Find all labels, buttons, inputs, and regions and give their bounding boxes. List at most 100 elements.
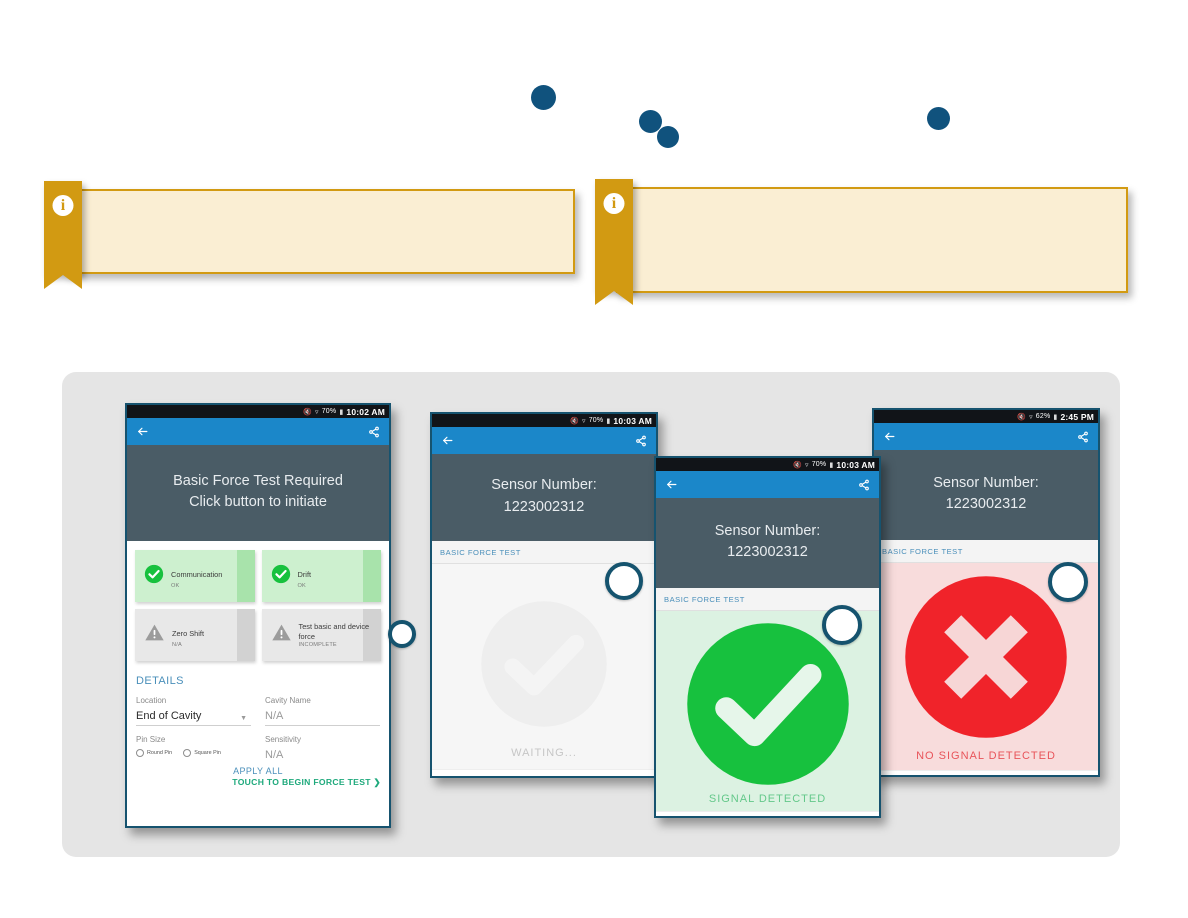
back-arrow-icon[interactable]	[883, 430, 896, 443]
note-flag: i	[44, 181, 82, 289]
begin-force-test-label: TOUCH TO BEGIN FORCE TEST	[232, 777, 371, 787]
status-card-zero-shift[interactable]: Zero Shift N/A	[135, 609, 255, 661]
share-icon[interactable]	[368, 426, 380, 438]
wifi-icon: ▿	[1029, 413, 1033, 421]
hero-line-1: Sensor Number:	[714, 522, 821, 539]
hero-banner: Sensor Number: 1223002312	[432, 454, 656, 541]
share-icon[interactable]	[858, 479, 870, 491]
battery-level: 70%	[321, 408, 337, 415]
marker-1	[388, 620, 416, 648]
share-icon[interactable]	[635, 435, 647, 447]
cavity-name-field[interactable]: Cavity Name N/A	[265, 696, 380, 726]
chevron-down-icon: ▼	[240, 715, 247, 722]
card-text: Communication OK	[171, 564, 222, 589]
marker-4	[1048, 562, 1088, 602]
clock: 10:02 AM	[346, 406, 385, 417]
sensitivity-label: Sensitivity	[265, 735, 302, 744]
check-circle-icon	[478, 598, 610, 735]
hero-line-2: 1223002312	[727, 544, 808, 560]
back-arrow-icon[interactable]	[136, 425, 149, 438]
pin-size-field: Pin Size Round Pin Square Pin	[136, 735, 251, 764]
result-caption: SIGNAL DETECTED	[708, 793, 827, 805]
card-subtitle: INCOMPLETE	[298, 641, 337, 648]
decorative-dot-3	[657, 126, 679, 148]
mute-icon: 🔇	[793, 461, 802, 469]
result-caption: WAITING...	[511, 747, 577, 759]
note-flag: i	[595, 179, 633, 305]
app-bar	[874, 423, 1098, 450]
card-title: Communication	[171, 569, 223, 579]
location-label: Location	[136, 696, 167, 705]
wifi-icon: ▿	[804, 461, 809, 469]
hero-line-1: Basic Force Test Required	[173, 472, 343, 489]
radio-round-pin[interactable]: Round Pin	[136, 749, 172, 757]
card-subtitle: OK	[171, 582, 180, 589]
end-force-test-button[interactable]: ❮ END FORCE TEST	[656, 811, 879, 816]
apply-all-button[interactable]: APPLY ALL	[136, 766, 380, 776]
pin-size-label: Pin Size	[136, 735, 166, 744]
pin-size-radio-group: Round Pin Square Pin	[136, 749, 251, 757]
end-force-test-button[interactable]: ❮ END FORCE TEST	[432, 769, 656, 778]
status-card-device-force[interactable]: Test basic and device force INCOMPLETE	[261, 609, 381, 661]
warning-triangle-icon	[144, 622, 165, 648]
decorative-dot-4	[927, 107, 950, 130]
end-force-test-label: END FORCE TEST	[453, 777, 524, 778]
section-label-basic-force-test: BASIC FORCE TEST	[874, 540, 1098, 563]
sensitivity-field[interactable]: Sensitivity N/A	[265, 735, 380, 764]
battery-level: 70%	[588, 417, 604, 424]
mute-icon: 🔇	[303, 408, 312, 416]
location-select[interactable]: End of Cavity ▼	[136, 710, 251, 726]
battery-icon: ▮	[829, 461, 834, 469]
share-icon[interactable]	[1077, 431, 1089, 443]
hero-line-2: Click button to initiate	[189, 494, 327, 510]
card-subtitle: N/A	[172, 641, 182, 648]
decorative-dot-1	[531, 85, 556, 110]
info-note-left: i	[44, 181, 575, 289]
marker-2	[605, 562, 643, 600]
note-text	[67, 191, 573, 272]
status-bar: 🔇 ▿ 70% ▮ 10:03 AM	[432, 414, 656, 427]
status-card-drift[interactable]: Drift OK	[261, 550, 381, 602]
result-caption: NO SIGNAL DETECTED	[916, 750, 1056, 762]
details-heading: DETAILS	[136, 675, 184, 687]
hero-line-2: 1223002312	[945, 496, 1027, 512]
hero-line-2: 1223002312	[503, 498, 585, 515]
location-value: End of Cavity	[136, 710, 202, 722]
app-bar	[432, 427, 656, 454]
app-bar	[127, 418, 389, 445]
wifi-icon: ▿	[581, 417, 586, 425]
info-icon: i	[52, 195, 74, 216]
wifi-icon: ▿	[314, 408, 319, 416]
section-label-basic-force-test: BASIC FORCE TEST	[432, 541, 656, 564]
card-title: Zero Shift	[172, 628, 205, 638]
radio-square-pin[interactable]: Square Pin	[183, 749, 221, 757]
card-text: Zero Shift N/A	[172, 623, 204, 648]
status-card-grid: Communication OK Drift OK Zero Shift N/A…	[127, 541, 389, 665]
card-subtitle: OK	[297, 582, 306, 589]
sensitivity-value: N/A	[265, 749, 284, 761]
info-note-right: i	[595, 179, 1128, 305]
hero-banner: Basic Force Test Required Click button t…	[127, 445, 389, 541]
radio-circle-icon	[183, 749, 192, 757]
back-arrow-icon[interactable]	[441, 434, 454, 447]
check-circle-icon	[144, 564, 164, 589]
clock: 10:03 AM	[836, 459, 875, 470]
location-field[interactable]: Location End of Cavity ▼	[136, 696, 251, 726]
clock: 10:03 AM	[613, 415, 652, 426]
warning-triangle-icon	[271, 622, 292, 648]
battery-icon: ▮	[606, 417, 611, 425]
status-bar: 🔇 ▿ 62% ▮ 2:45 PM	[874, 410, 1098, 423]
info-icon: i	[603, 193, 625, 214]
end-force-test-button[interactable]: ❮ END FORCE TEST	[874, 770, 1098, 775]
details-row-1: Location End of Cavity ▼ Cavity Name N/A	[136, 696, 380, 726]
begin-force-test-button[interactable]: TOUCH TO BEGIN FORCE TEST ❯	[127, 776, 389, 793]
hero-line-1: Sensor Number:	[933, 474, 1039, 491]
radio-label: Square Pin	[194, 750, 221, 756]
battery-level: 62%	[1035, 413, 1051, 420]
back-arrow-icon[interactable]	[665, 478, 678, 491]
card-title: Test basic and device force	[298, 622, 370, 641]
status-card-communication[interactable]: Communication OK	[135, 550, 255, 602]
status-bar: 🔇 ▿ 70% ▮ 10:02 AM	[127, 405, 389, 418]
radio-circle-icon	[136, 749, 144, 757]
details-row-2: Pin Size Round Pin Square Pin Sensitivit	[136, 735, 380, 764]
